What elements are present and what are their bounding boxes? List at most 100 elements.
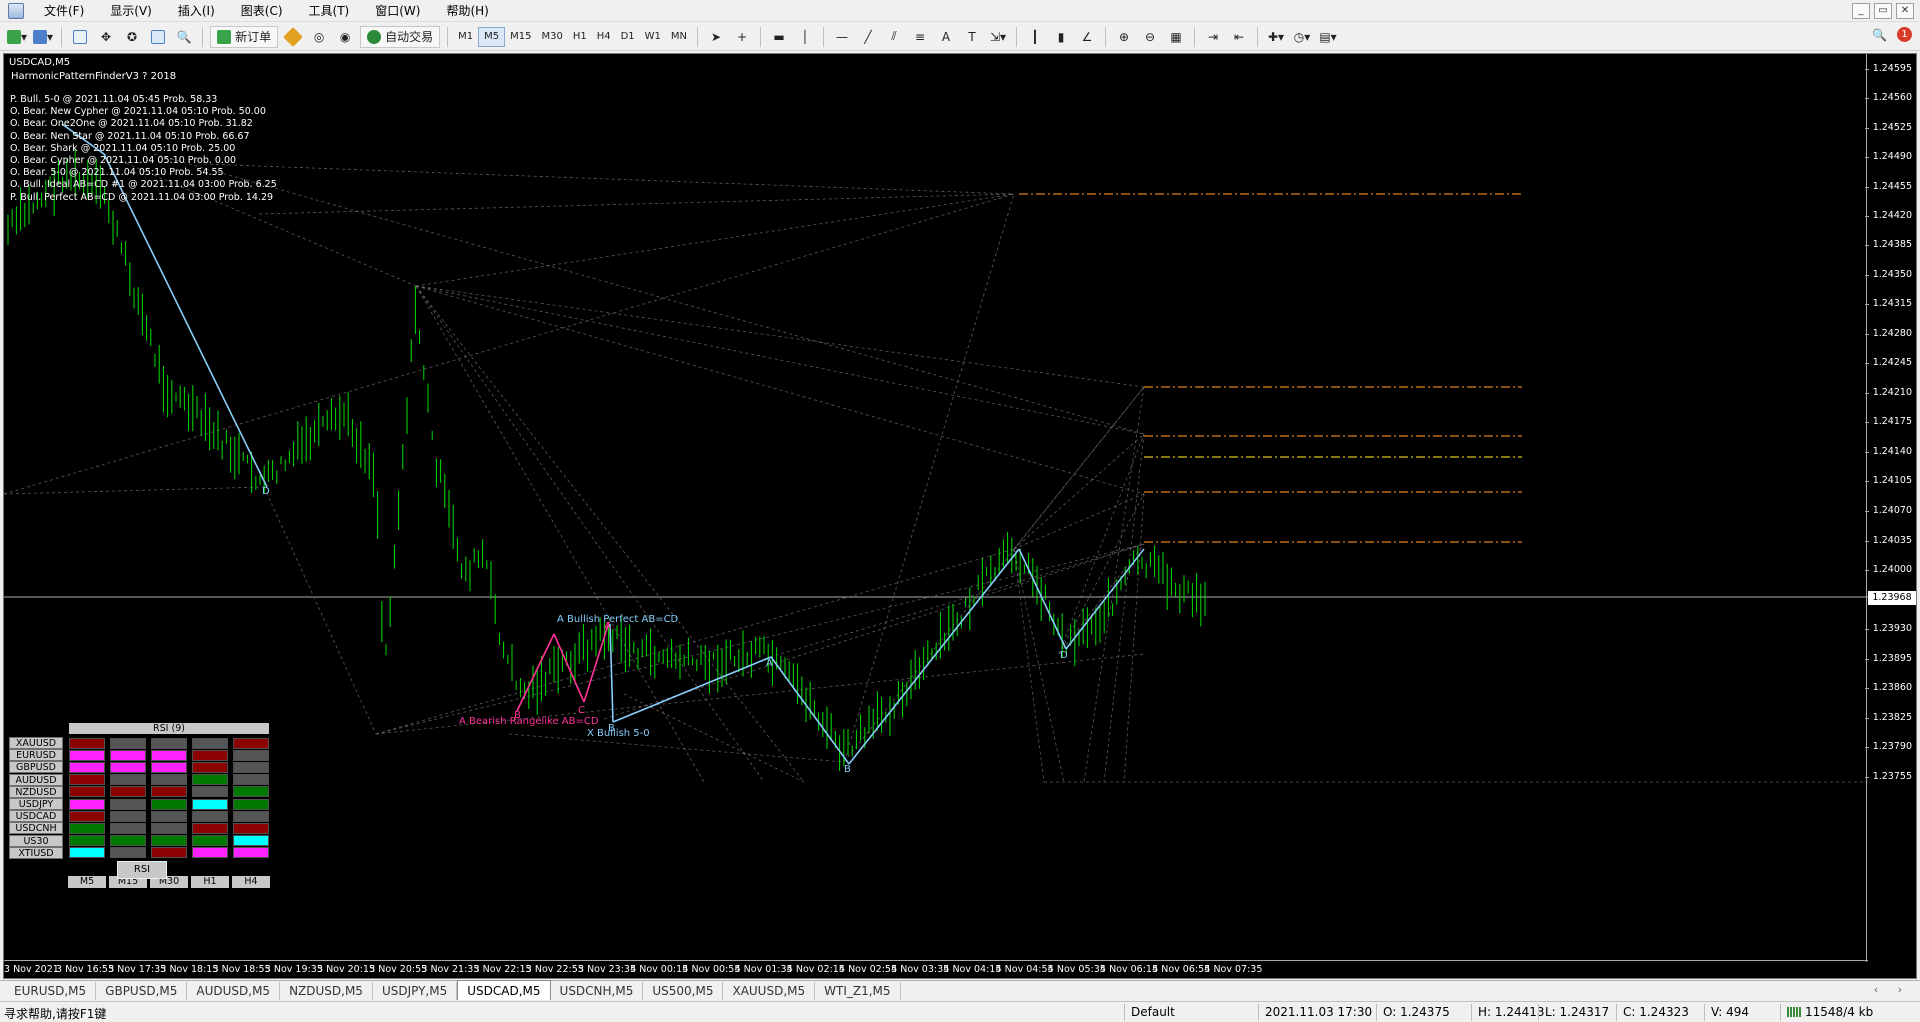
tf-m15[interactable]: M15 bbox=[505, 27, 536, 47]
rsi-heat-cell bbox=[233, 761, 269, 773]
rsi-symbol-label: EURUSD bbox=[9, 749, 63, 762]
rsi-heat-cell bbox=[192, 761, 228, 773]
text-label-icon[interactable]: T bbox=[961, 26, 983, 48]
tf-h4[interactable]: H4 bbox=[592, 27, 616, 47]
navigator-icon[interactable]: ✪ bbox=[121, 26, 143, 48]
signals-icon[interactable]: ◎ bbox=[308, 26, 330, 48]
tf-m5[interactable]: M5 bbox=[478, 26, 506, 47]
rsi-title: RSI (9) bbox=[69, 723, 269, 734]
menu-file[interactable]: 文件(F) bbox=[32, 0, 98, 22]
menu-insert[interactable]: 插入(I) bbox=[166, 0, 229, 22]
restore-icon[interactable]: ▭ bbox=[1874, 3, 1892, 19]
pattern-point-d: D bbox=[1060, 650, 1068, 661]
rsi-heat-cell bbox=[151, 847, 187, 859]
new-chart-icon[interactable]: ▾ bbox=[6, 26, 28, 48]
tab-usdjpy[interactable]: USDJPY,M5 bbox=[373, 982, 458, 1000]
fan-line bbox=[1103, 433, 1145, 783]
time-axis[interactable]: 3 Nov 2021 3 Nov 16:55 3 Nov 17:35 3 Nov 18… bbox=[4, 960, 1868, 978]
rsi-heat-cell bbox=[110, 835, 146, 847]
tile-windows-icon[interactable]: ▦ bbox=[1165, 26, 1187, 48]
auto-trading-button[interactable]: 自动交易 bbox=[360, 25, 441, 48]
rsi-heat-cell bbox=[110, 737, 146, 749]
vps-icon[interactable]: ◉ bbox=[334, 26, 356, 48]
app-icon[interactable] bbox=[8, 2, 24, 19]
close-icon[interactable]: ✕ bbox=[1896, 3, 1914, 19]
channel-icon[interactable]: ⫽ bbox=[883, 26, 905, 48]
periods-icon[interactable]: ◷▾ bbox=[1291, 26, 1313, 48]
fan-line bbox=[843, 193, 1015, 763]
rectangle-icon[interactable]: ▬ bbox=[768, 26, 790, 48]
time-tick-label: 4 Nov 07:35 bbox=[1204, 964, 1263, 975]
rsi-heat-cell bbox=[69, 786, 105, 798]
profiles-icon[interactable]: ▾ bbox=[32, 26, 54, 48]
tab-xauusd[interactable]: XAUUSD,M5 bbox=[723, 982, 816, 1000]
tab-scroll-arrows[interactable]: ‹ › bbox=[1874, 983, 1910, 996]
rsi-heat-cell bbox=[192, 810, 228, 822]
indicators-icon[interactable]: ✚▾ bbox=[1265, 26, 1287, 48]
line-chart-icon[interactable]: ∠ bbox=[1076, 26, 1098, 48]
pattern-label-bearish-rangelike: A Bearish Rangelike AB=CD bbox=[459, 716, 599, 727]
rsi-timeframe-label: M5 bbox=[68, 876, 106, 888]
tf-m30[interactable]: M30 bbox=[536, 27, 567, 47]
menu-window[interactable]: 窗口(W) bbox=[363, 0, 434, 22]
menu-charts[interactable]: 图表(C) bbox=[229, 0, 297, 22]
rsi-button[interactable]: RSI bbox=[117, 861, 167, 879]
templates-icon[interactable]: ▤▾ bbox=[1317, 26, 1339, 48]
price-chart[interactable]: A Bullish Perfect AB=CD A Bearish Rangeli… bbox=[4, 54, 1917, 979]
chart-shift-icon[interactable]: ⇤ bbox=[1228, 26, 1250, 48]
pattern-line bbox=[1018, 548, 1067, 650]
pattern-line bbox=[103, 153, 268, 488]
tf-w1[interactable]: W1 bbox=[640, 27, 666, 47]
tab-wti[interactable]: WTI_Z1,M5 bbox=[815, 982, 901, 1000]
terminal-icon[interactable] bbox=[147, 26, 169, 48]
market-watch-icon[interactable] bbox=[69, 26, 91, 48]
bar-chart-icon[interactable]: ┃ bbox=[1024, 26, 1046, 48]
tab-usdcnh[interactable]: USDCNH,M5 bbox=[551, 982, 644, 1000]
price-tick-label: 1.24525 bbox=[1864, 122, 1912, 133]
text-icon[interactable]: A bbox=[935, 26, 957, 48]
zoom-out-icon[interactable]: ⊖ bbox=[1139, 26, 1161, 48]
chart-window[interactable]: A Bullish Perfect AB=CD A Bearish Rangeli… bbox=[3, 53, 1917, 979]
rsi-heat-cell bbox=[151, 786, 187, 798]
crosshair-icon[interactable]: + bbox=[731, 26, 753, 48]
status-bar: 寻求帮助,请按F1键 Default 2021.11.03 17:30 O: 1… bbox=[0, 1001, 1920, 1022]
tf-h1[interactable]: H1 bbox=[568, 27, 592, 47]
search-icon[interactable]: 🔍 bbox=[1872, 28, 1887, 42]
rsi-heat-cell bbox=[69, 749, 105, 761]
tab-eurusd[interactable]: EURUSD,M5 bbox=[5, 982, 97, 1000]
horizontal-line-icon[interactable]: — bbox=[831, 26, 853, 48]
tester-icon[interactable]: 🔍 bbox=[173, 26, 195, 48]
menu-view[interactable]: 显示(V) bbox=[98, 0, 166, 22]
arrows-icon[interactable]: ⇲▾ bbox=[987, 26, 1009, 48]
menu-tools[interactable]: 工具(T) bbox=[297, 0, 364, 22]
tf-d1[interactable]: D1 bbox=[616, 27, 640, 47]
tab-gbpusd[interactable]: GBPUSD,M5 bbox=[96, 982, 188, 1000]
tab-audusd[interactable]: AUDUSD,M5 bbox=[187, 982, 281, 1000]
status-traffic-value: 11548/4 kb bbox=[1805, 1005, 1874, 1019]
rsi-symbol-label: USDCAD bbox=[9, 810, 63, 823]
data-window-icon[interactable]: ✥ bbox=[95, 26, 117, 48]
vertical-line-icon[interactable]: │ bbox=[794, 26, 816, 48]
tab-us500[interactable]: US500,M5 bbox=[643, 982, 724, 1000]
notification-badge[interactable]: 1 bbox=[1897, 27, 1912, 42]
zoom-in-icon[interactable]: ⊕ bbox=[1113, 26, 1135, 48]
tf-m1[interactable]: M1 bbox=[453, 27, 478, 47]
tf-mn[interactable]: MN bbox=[666, 27, 692, 47]
tab-nzdusd[interactable]: NZDUSD,M5 bbox=[280, 982, 373, 1000]
tab-usdcad[interactable]: USDCAD,M5 bbox=[457, 980, 551, 1000]
rsi-heat-cell bbox=[151, 835, 187, 847]
candle-chart-icon[interactable]: ▮ bbox=[1050, 26, 1072, 48]
time-tick-label: 4 Nov 02:55 bbox=[839, 964, 898, 975]
price-tick-label: 1.24210 bbox=[1864, 387, 1912, 398]
time-tick-label: 4 Nov 00:55 bbox=[682, 964, 741, 975]
cursor-icon[interactable]: ➤ bbox=[705, 26, 727, 48]
trendline-icon[interactable]: ╱ bbox=[857, 26, 879, 48]
auto-scroll-icon[interactable]: ⇥ bbox=[1202, 26, 1224, 48]
metaeditor-icon[interactable] bbox=[282, 26, 304, 48]
new-order-button[interactable]: 新订单 bbox=[210, 25, 279, 48]
minimize-icon[interactable]: _ bbox=[1852, 3, 1870, 19]
fibonacci-icon[interactable]: ≡ bbox=[909, 26, 931, 48]
price-axis[interactable]: 1.24595 1.24560 1.24525 1.24490 1.24455 1.244… bbox=[1864, 54, 1916, 962]
menu-help[interactable]: 帮助(H) bbox=[434, 0, 502, 22]
rsi-symbol-label: US30 bbox=[9, 834, 63, 847]
